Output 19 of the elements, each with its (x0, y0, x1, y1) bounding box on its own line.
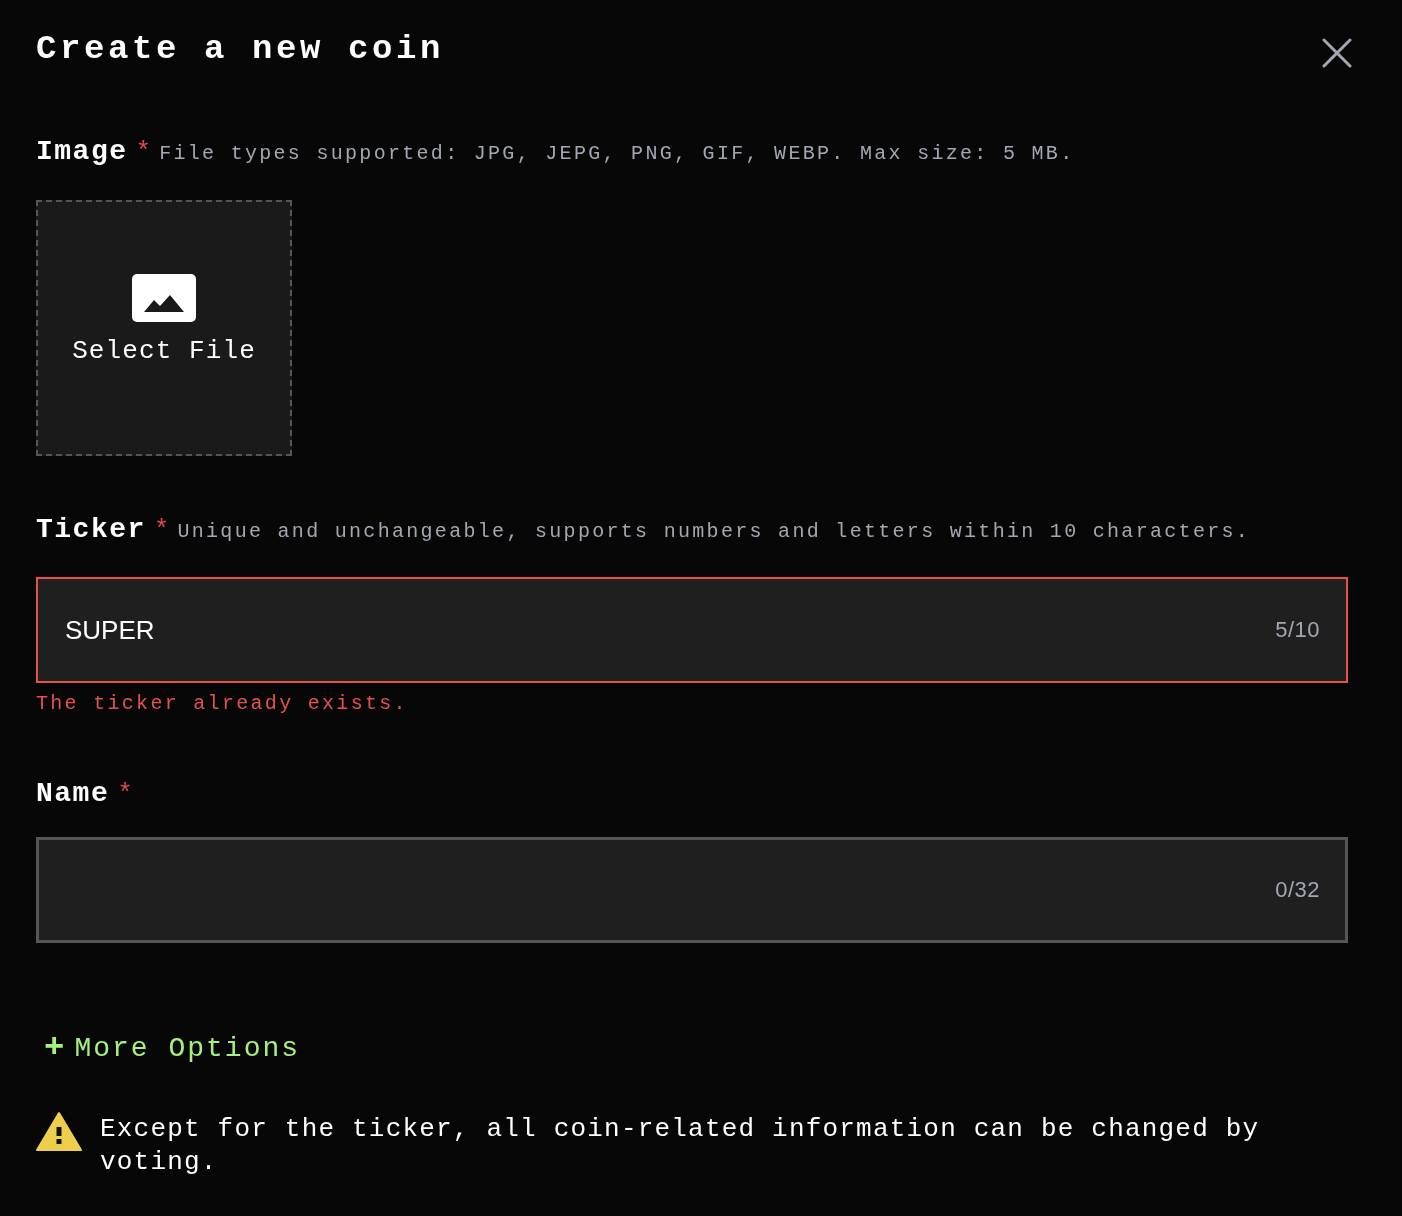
field-label: Name (36, 778, 110, 809)
select-file-button[interactable]: Select File (36, 200, 292, 456)
more-options-button[interactable]: + More Options (44, 1031, 301, 1065)
notice-text: Except for the ticker, all coin-related information can be changed by voting. (100, 1113, 1261, 1179)
character-counter: 5/10 (1275, 617, 1320, 643)
warning-icon (36, 1111, 82, 1151)
required-asterisk: * (135, 137, 152, 167)
character-counter: 0/32 (1275, 877, 1320, 903)
close-icon[interactable] (1322, 38, 1352, 68)
required-asterisk: * (117, 779, 133, 809)
required-asterisk: * (153, 515, 170, 545)
dialog-title: Create a new coin (36, 30, 445, 68)
hint-text: Unique and unchangeable, supports numbers and letters within 10 characters. (177, 520, 1251, 543)
text-field[interactable] (36, 837, 1348, 943)
field-label: Image (36, 136, 128, 167)
error-message: The ticker already exists. (36, 692, 408, 715)
field-label: Ticker (36, 514, 146, 545)
hint-text: File types supported: JPG, JEPG, PNG, GIF, WEBP. Max size: 5 MB. (159, 142, 1075, 165)
image-icon (132, 274, 196, 322)
